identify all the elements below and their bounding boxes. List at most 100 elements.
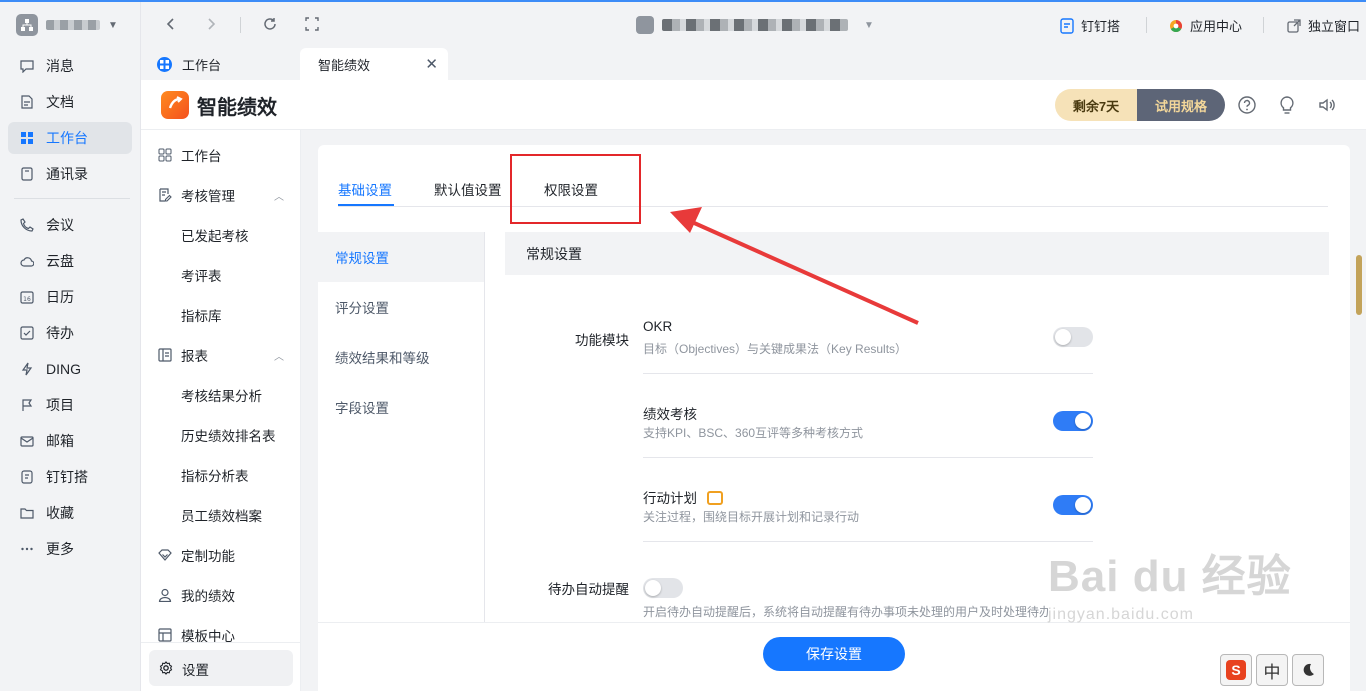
dingda-icon: [1059, 17, 1075, 34]
nav-item-label: 更多: [46, 541, 74, 557]
help-icon[interactable]: [1237, 95, 1257, 115]
lightbulb-icon[interactable]: [1277, 95, 1297, 115]
grid-icon: [20, 131, 34, 145]
nav-item-label: 钉钉搭: [46, 469, 88, 485]
org-switcher[interactable]: ▼: [16, 14, 118, 36]
template-icon: [158, 628, 172, 642]
nav-item-label: 云盘: [46, 253, 74, 269]
nav-item-label: DING: [46, 361, 81, 377]
nav-item[interactable]: 钉钉搭: [8, 461, 132, 493]
menu-label: 考核管理: [181, 189, 235, 204]
divider: [14, 198, 130, 199]
ime-logo-button[interactable]: S: [1220, 654, 1252, 686]
menu-templates[interactable]: 模板中心: [141, 621, 301, 649]
option-okr-title: OKR: [643, 319, 673, 334]
dingda-button[interactable]: 钉钉搭: [1059, 16, 1120, 35]
mail-icon: [20, 434, 34, 448]
menu-workbench[interactable]: 工作台: [141, 141, 301, 169]
tab-basic-settings[interactable]: 基础设置: [338, 179, 392, 199]
nav-item[interactable]: 待办: [8, 317, 132, 349]
performance-toggle[interactable]: [1053, 411, 1093, 431]
trial-spec[interactable]: 试用规格: [1137, 89, 1225, 121]
refresh-icon[interactable]: [262, 16, 278, 32]
nav-item[interactable]: DING: [8, 353, 132, 385]
menu-indicator-lib[interactable]: 指标库: [141, 301, 301, 329]
nav-item-label: 会议: [46, 217, 74, 233]
menu-reports[interactable]: 报表 ︿: [141, 341, 301, 369]
org-name-blurred: [46, 20, 100, 30]
nav-item[interactable]: 项目: [8, 389, 132, 421]
tab-workbench[interactable]: 工作台: [157, 48, 221, 80]
divider: [240, 17, 241, 33]
moon-icon[interactable]: [1292, 654, 1324, 686]
app-nav: 消息文档工作台通讯录会议云盘 16 日历待办 DING 项目邮箱钉钉搭收藏更多: [8, 50, 132, 569]
menu-result-analysis[interactable]: 考核结果分析: [141, 381, 301, 409]
grid-icon: [158, 148, 172, 162]
save-settings-button[interactable]: 保存设置: [763, 637, 905, 671]
menu-archive[interactable]: 员工绩效档案: [141, 501, 301, 529]
module-menu: 工作台 考核管理 ︿ 已发起考核 考评表 指标库 报表 ︿ 考核结果分析 历史绩…: [141, 130, 301, 691]
calendar-icon: 16: [20, 290, 34, 304]
nav-item-label: 收藏: [46, 505, 74, 521]
menu-assessment-mgmt[interactable]: 考核管理 ︿: [141, 181, 301, 209]
nav-item[interactable]: 会议: [8, 209, 132, 241]
nav-item[interactable]: 邮箱: [8, 425, 132, 457]
app-center-button[interactable]: 应用中心: [1168, 16, 1242, 35]
external-window-icon: [1286, 18, 1302, 34]
scrollbar-thumb[interactable]: [1356, 255, 1362, 315]
close-icon[interactable]: ✕: [425, 55, 438, 73]
side-item-fields[interactable]: 字段设置: [318, 382, 484, 432]
menu-scorecard[interactable]: 考评表: [141, 261, 301, 289]
option-performance-title: 绩效考核: [643, 407, 697, 422]
nav-item[interactable]: 更多: [8, 533, 132, 565]
tab-label: 工作台: [182, 57, 222, 73]
menu-my-performance[interactable]: 我的绩效: [141, 581, 301, 609]
nav-item[interactable]: 收藏: [8, 497, 132, 529]
nav-item[interactable]: 消息: [8, 50, 132, 82]
forward-icon[interactable]: [203, 16, 219, 32]
org-icon: [636, 16, 654, 34]
report-icon: [158, 348, 172, 362]
tab-strip: 工作台 智能绩效 ✕: [141, 48, 1366, 80]
back-icon[interactable]: [163, 16, 179, 32]
nav-item[interactable]: 通讯录: [8, 158, 132, 190]
trial-remaining[interactable]: 剩余7天: [1055, 89, 1137, 121]
trial-badge[interactable]: 剩余7天 试用规格: [1055, 89, 1225, 121]
nav-item[interactable]: 文档: [8, 86, 132, 118]
speaker-icon[interactable]: [1317, 95, 1337, 115]
menu-indicator-analysis[interactable]: 指标分析表: [141, 461, 301, 489]
side-item-general[interactable]: 常规设置: [318, 232, 484, 282]
menu-launched[interactable]: 已发起考核: [141, 221, 301, 249]
menu-history-rank[interactable]: 历史绩效排名表: [141, 421, 301, 449]
sogou-logo: S: [1226, 660, 1246, 680]
address-bar[interactable]: ▼: [636, 16, 874, 34]
side-item-scoring[interactable]: 评分设置: [318, 282, 484, 332]
annotation-highlight-box: [510, 154, 641, 224]
okr-toggle[interactable]: [1053, 327, 1093, 347]
divider: [643, 457, 1093, 458]
nav-item-label: 工作台: [46, 130, 88, 146]
nav-item-label: 通讯录: [46, 166, 88, 182]
side-item-results-grades[interactable]: 绩效结果和等级: [318, 332, 484, 382]
build-icon: [20, 470, 34, 484]
menu-settings[interactable]: 设置: [149, 650, 293, 686]
ime-language-button[interactable]: 中: [1256, 654, 1288, 686]
menu-custom[interactable]: 定制功能: [141, 541, 301, 569]
chevron-down-icon: ▼: [108, 19, 118, 31]
gear-icon: [159, 661, 173, 675]
user-icon: [158, 588, 172, 603]
fullscreen-icon[interactable]: [304, 16, 320, 32]
nav-item[interactable]: 工作台: [8, 122, 132, 154]
tab-smart-performance[interactable]: 智能绩效 ✕: [300, 48, 448, 80]
action-plan-toggle[interactable]: [1053, 495, 1093, 515]
divider: [141, 642, 301, 643]
reminder-toggle[interactable]: [643, 578, 683, 598]
nav-item[interactable]: 云盘: [8, 245, 132, 277]
standalone-window-button[interactable]: 独立窗口: [1286, 16, 1360, 35]
tab-default-values[interactable]: 默认值设置: [434, 179, 502, 199]
settings-side-nav: 常规设置 评分设置 绩效结果和等级 字段设置: [318, 232, 485, 632]
page-scrollbar[interactable]: [1352, 130, 1366, 691]
window-titlebar: ▼ 钉钉搭 应用中心 独立窗口: [141, 2, 1366, 48]
nav-item[interactable]: 16 日历: [8, 281, 132, 313]
nav-item-label: 待办: [46, 325, 74, 341]
